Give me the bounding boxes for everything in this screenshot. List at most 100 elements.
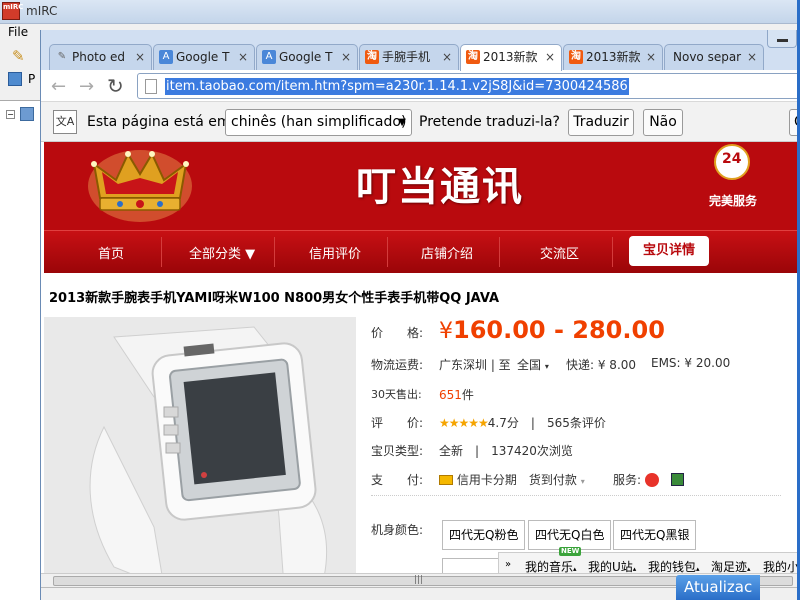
pen-icon: ✎ (57, 51, 67, 62)
reload-icon[interactable]: ↻ (107, 74, 124, 98)
tab-google-translate-2[interactable]: A Google T × (256, 44, 358, 70)
service-text: 完美服务 (709, 194, 758, 208)
taobao-icon: 淘 (569, 50, 583, 64)
view-count: 137420次浏览 (491, 444, 573, 458)
rating-label: 评 价: (371, 416, 424, 430)
expand-arrow-icon[interactable]: » (505, 559, 511, 570)
chevron-down-icon: ▾ (580, 477, 585, 486)
sold-unit: 件 (461, 388, 474, 402)
bottom-footprint-label: 淘足迹 (711, 560, 748, 574)
taobao-icon: 淘 (466, 50, 480, 64)
google-translate-icon: A (262, 50, 276, 64)
nav-divider (612, 237, 613, 267)
seven-day-return-icon[interactable] (644, 473, 659, 487)
nav-divider (161, 237, 162, 267)
chevron-down-icon: ▴ (573, 565, 577, 573)
tab-taobao-active[interactable]: 淘 2013新款 × (460, 44, 562, 71)
nav-item-details[interactable]: 宝贝详情 (629, 236, 709, 266)
phone-service-icon: 24 (714, 144, 750, 180)
chevron-down-icon: ▴ (747, 565, 751, 573)
mirc-menu-file[interactable]: File (0, 24, 40, 41)
url-text[interactable]: item.taobao.com/item.htm?spm=a230r.1.14.… (165, 78, 629, 95)
service-label: 服务: (613, 473, 642, 487)
tab-close-icon[interactable]: × (747, 45, 757, 69)
nav-home[interactable]: 首页 (98, 243, 124, 262)
minimize-icon (777, 39, 788, 42)
tab-close-icon[interactable]: × (646, 45, 656, 69)
type-label: 宝贝类型: (371, 444, 424, 458)
back-icon[interactable]: ← (51, 76, 66, 97)
page-content: 叮当通讯 24 完美服务 首页 全部分类 ▼ 信用评价 店铺介绍 交流区 宝贝详… (41, 142, 800, 587)
item-properties: 价 格: ¥160.00 - 280.00 物流运费: 广东深圳 | 至 全国 … (371, 312, 800, 587)
tab-photo-editor[interactable]: ✎ Photo ed × (49, 44, 152, 70)
address-bar[interactable]: item.taobao.com/item.htm?spm=a230r.1.14.… (137, 73, 800, 99)
shipping-to-select[interactable]: 全国 ▾ (517, 356, 549, 373)
color-label: 机身颜色: (371, 523, 424, 537)
currency-symbol: ¥ (439, 319, 453, 344)
update-button[interactable]: Atualizac (676, 575, 760, 600)
server-icon[interactable] (20, 107, 34, 121)
price-label: 价 格: (371, 326, 424, 340)
translate-question: Pretende traduzi-la? (419, 114, 560, 130)
shop-name: 叮当通讯 (356, 164, 524, 210)
sold-info: 651件 (439, 386, 474, 403)
rating-info: ★★★★★4.7分 | 565条评价 (439, 416, 606, 430)
product-image[interactable] (44, 317, 356, 587)
tab-google-translate-1[interactable]: A Google T × (153, 44, 255, 70)
tab-taobao-2[interactable]: 淘 2013新款 × (563, 44, 663, 70)
translate-intro: Esta página está em (87, 114, 231, 130)
nav-all-categories[interactable]: 全部分类 ▼ (189, 243, 255, 262)
tab-close-icon[interactable]: × (442, 45, 452, 69)
tab-close-icon[interactable]: × (545, 45, 555, 69)
page-icon (145, 79, 157, 94)
toolbar-label: P (28, 72, 36, 86)
mirc-toolbar: ✎ P (0, 44, 40, 94)
nav-credit-rating[interactable]: 信用评价 (309, 243, 361, 262)
tab-close-icon[interactable]: × (135, 45, 145, 69)
guarantee-icon[interactable] (670, 473, 684, 486)
new-badge: NEW (559, 547, 582, 556)
shipping-from: 广东深圳 | 至 (439, 358, 511, 372)
chevron-down-icon: ▴ (632, 565, 637, 573)
rating-score: 4.7分 (487, 416, 519, 430)
bottom-my-wallet-label: 我的钱包 (648, 560, 697, 574)
color-option-white[interactable]: 四代无Q白色 (528, 520, 612, 550)
pay-options: 信用卡分期 货到付款 ▾ (439, 471, 585, 488)
chevron-down-icon: ▴ (696, 565, 700, 573)
review-count[interactable]: 565条评价 (547, 416, 606, 430)
bottom-my-ustation-label: 我的U站 (588, 560, 633, 574)
type-info: 全新 | 137420次浏览 (439, 444, 573, 458)
nav-shop-intro[interactable]: 店铺介绍 (421, 243, 473, 262)
pay-credit[interactable]: 信用卡分期 (457, 473, 517, 487)
language-select[interactable]: chinês (han simplificado) ▼ (225, 109, 412, 136)
tab-taobao-1[interactable]: 淘 手腕手机 × (359, 44, 459, 70)
shipping-label: 物流运费: (371, 358, 424, 372)
pencil-icon[interactable]: ✎ (12, 47, 30, 65)
tree-collapse-toggle[interactable]: − (6, 110, 15, 119)
toolbar-icon[interactable] (8, 72, 22, 86)
credit-card-icon (439, 475, 453, 485)
crown-logo (88, 150, 192, 222)
service-badge-text: 24 (722, 151, 742, 167)
translate-button[interactable]: Traduzir (568, 109, 634, 136)
tab-new[interactable]: Novo separ × (664, 44, 764, 70)
ems-fee: EMS: ¥ 20.00 (651, 356, 731, 370)
no-button[interactable]: Não (643, 109, 683, 136)
translate-icon: 文A (53, 110, 77, 134)
tab-close-icon[interactable]: × (341, 45, 351, 69)
shop-banner: 叮当通讯 24 完美服务 (44, 142, 800, 230)
color-option-black[interactable]: 四代无Q黑银 (613, 520, 697, 550)
browser-toolbar: ← → ↻ item.taobao.com/item.htm?spm=a230r… (41, 70, 800, 102)
tab-close-icon[interactable]: × (238, 45, 248, 69)
service-info: 服务: (613, 471, 684, 488)
price-range: 160.00 - 280.00 (453, 316, 665, 344)
forward-icon[interactable]: → (79, 76, 94, 97)
color-option-pink[interactable]: 四代无Q粉色 (442, 520, 526, 550)
pay-cod[interactable]: 货到付款 (529, 473, 577, 487)
price-value: ¥160.00 - 280.00 (439, 316, 665, 344)
nav-forum[interactable]: 交流区 (540, 243, 579, 262)
minimize-button[interactable] (767, 30, 797, 48)
express-fee: 快递: ¥ 8.00 (566, 358, 637, 372)
google-translate-icon: A (159, 50, 173, 64)
language-value: chinês (han simplificado) (231, 114, 407, 130)
